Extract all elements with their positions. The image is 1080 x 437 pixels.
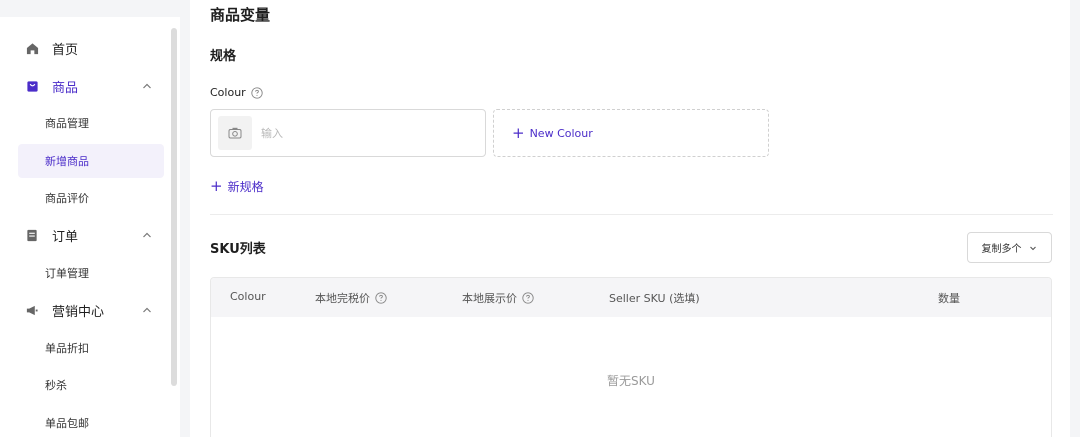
shopping-bag-icon: [25, 79, 39, 93]
nav-item-home[interactable]: 首页: [18, 32, 164, 64]
help-icon[interactable]: [522, 292, 534, 304]
sku-table-header: Colour 本地完税价 本地展示价 Seller SKU (选填) 数量: [211, 278, 1051, 317]
sku-list-title: SKU列表: [210, 242, 266, 257]
new-colour-label: New Colour: [529, 126, 593, 140]
sidebar-scrollbar[interactable]: [171, 28, 177, 386]
column-header-seller-sku-label: Seller SKU (选填): [609, 292, 700, 305]
image-upload-button[interactable]: [218, 116, 252, 150]
column-header-local-tax-price-label: 本地完税价: [315, 292, 370, 305]
nav-item-single-discount-label: 单品折扣: [45, 342, 89, 355]
home-icon: [25, 41, 39, 55]
order-icon: [25, 228, 39, 242]
empty-state-text: 暂无SKU: [607, 374, 655, 388]
nav-item-product-reviews-label: 商品评价: [45, 192, 89, 205]
chevron-up-icon[interactable]: [140, 303, 154, 317]
nav-item-products[interactable]: 商品: [18, 70, 164, 102]
colour-label-text: Colour: [210, 86, 246, 99]
colour-label: Colour: [210, 86, 263, 99]
main-panel: 商品变量 规格 Colour + New Colour + 新规格 SKU列表 …: [190, 0, 1070, 437]
column-header-colour-label: Colour: [230, 290, 266, 303]
column-header-quantity: 数量: [938, 290, 960, 306]
divider: [210, 214, 1053, 215]
help-icon[interactable]: [251, 86, 263, 99]
nav-item-orders-label: 订单: [52, 229, 79, 245]
sidebar-top-strip: [0, 0, 180, 17]
plus-icon: +: [512, 123, 525, 142]
column-header-colour: Colour: [230, 290, 266, 303]
new-spec-button[interactable]: + 新规格: [210, 178, 264, 195]
column-header-quantity-label: 数量: [938, 292, 960, 305]
sku-table: Colour 本地完税价 本地展示价 Seller SKU (选填) 数量 暂无…: [210, 277, 1052, 437]
chevron-down-icon: [1028, 243, 1038, 253]
sidebar: 首页 商品 商品管理 新增商品 商品评价 订单 订单管理 营销中心 单品折扣 秒…: [0, 0, 180, 437]
section-title: 商品变量: [210, 6, 271, 24]
column-header-seller-sku: Seller SKU (选填): [609, 290, 700, 306]
nav-item-product-reviews[interactable]: 商品评价: [18, 181, 164, 215]
nav-item-orders[interactable]: 订单: [18, 219, 164, 251]
plus-icon: +: [210, 177, 223, 195]
colour-value-field: [210, 109, 486, 157]
column-header-local-tax-price: 本地完税价: [315, 290, 387, 306]
copy-multiple-button[interactable]: 复制多个: [967, 232, 1052, 263]
nav-item-free-shipping-label: 单品包邮: [45, 417, 89, 430]
column-header-local-display-price-label: 本地展示价: [462, 292, 517, 305]
nav-item-product-management-label: 商品管理: [45, 117, 89, 130]
help-icon[interactable]: [375, 292, 387, 304]
chevron-up-icon[interactable]: [140, 79, 154, 93]
nav-item-order-management-label: 订单管理: [45, 267, 89, 280]
nav-item-home-label: 首页: [52, 42, 79, 58]
column-header-local-display-price: 本地展示价: [462, 290, 534, 306]
nav-item-add-product[interactable]: 新增商品: [18, 144, 164, 178]
nav-item-marketing-label: 营销中心: [52, 304, 105, 320]
megaphone-icon: [25, 303, 39, 317]
nav-item-flash-sale-label: 秒杀: [45, 379, 67, 392]
new-spec-label: 新规格: [227, 180, 264, 194]
nav-item-products-label: 商品: [52, 80, 79, 96]
spec-title: 规格: [210, 49, 237, 64]
chevron-up-icon[interactable]: [140, 228, 154, 242]
nav-item-add-product-label: 新增商品: [45, 155, 89, 168]
colour-input[interactable]: [261, 126, 461, 140]
copy-multiple-label: 复制多个: [981, 244, 1022, 255]
camera-icon: [228, 124, 242, 143]
nav-item-free-shipping[interactable]: 单品包邮: [18, 406, 164, 437]
nav-item-product-management[interactable]: 商品管理: [18, 106, 164, 140]
new-colour-button[interactable]: + New Colour: [493, 109, 769, 157]
nav-item-marketing[interactable]: 营销中心: [18, 294, 164, 326]
nav-item-single-discount[interactable]: 单品折扣: [18, 331, 164, 365]
nav-item-flash-sale[interactable]: 秒杀: [18, 368, 164, 402]
nav-item-order-management[interactable]: 订单管理: [18, 256, 164, 290]
